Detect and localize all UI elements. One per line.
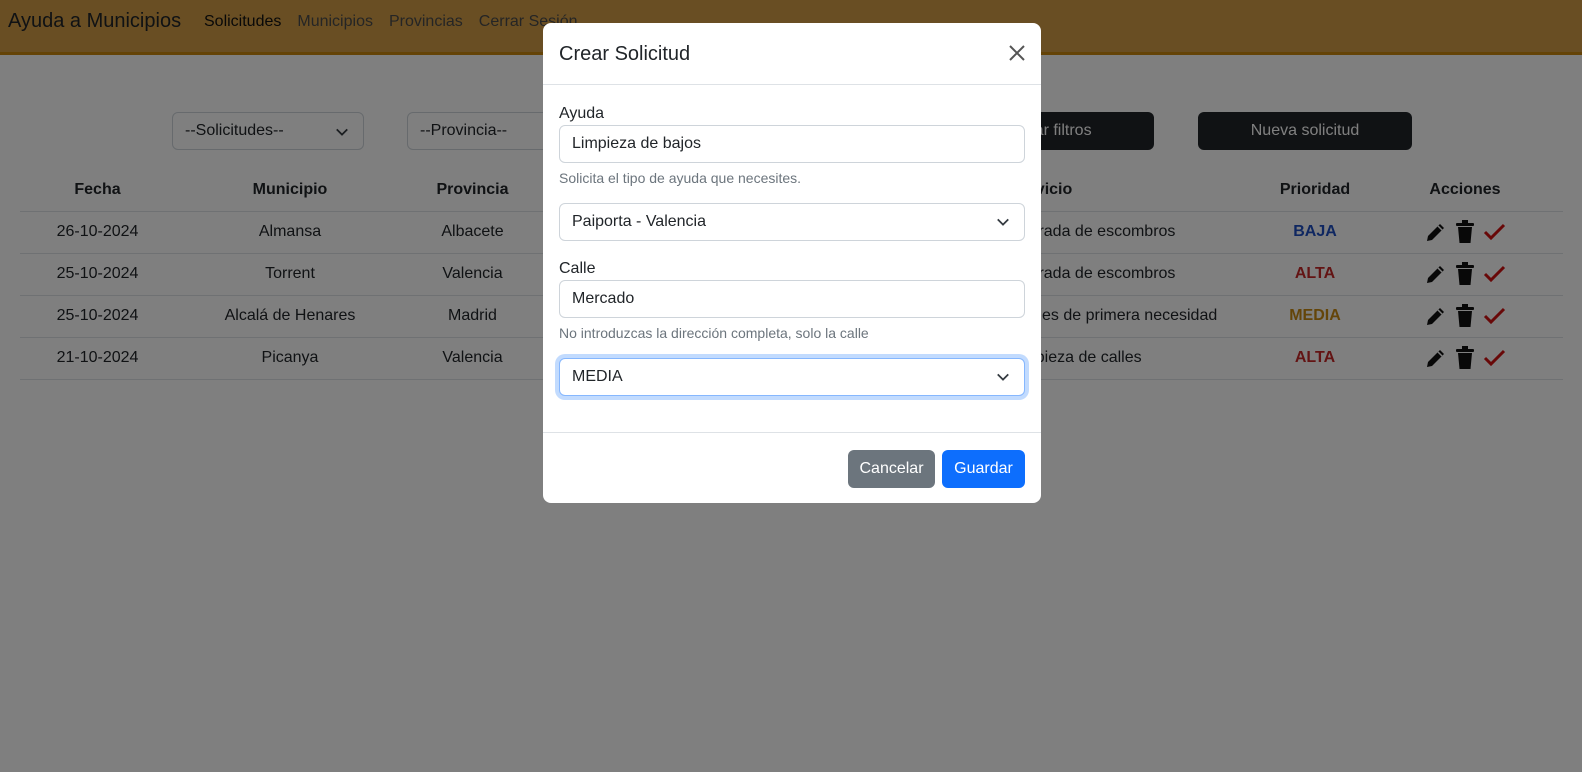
prioridad-select[interactable]: MEDIA (559, 358, 1025, 396)
calle-input[interactable]: Mercado (559, 280, 1025, 318)
ayuda-label: Ayuda (559, 105, 605, 122)
municipio-select[interactable]: Paiporta - Valencia (559, 203, 1025, 241)
calle-help-text: No introduzcas la dirección completa, so… (559, 325, 869, 341)
save-button[interactable]: Guardar (942, 450, 1025, 488)
municipio-select-value: Paiporta - Valencia (572, 213, 706, 230)
modal-footer: Cancelar Guardar (543, 432, 1041, 503)
modal-title: Crear Solicitud (559, 43, 691, 65)
ayuda-input[interactable]: Limpieza de bajos (559, 125, 1025, 163)
chevron-down-icon (997, 218, 1009, 226)
ayuda-help-text: Solicita el tipo de ayuda que necesites. (559, 170, 802, 186)
cancel-button[interactable]: Cancelar (848, 450, 935, 488)
close-icon[interactable] (1007, 43, 1027, 63)
chevron-down-icon (997, 373, 1009, 381)
calle-label: Calle (559, 260, 596, 277)
prioridad-select-value: MEDIA (572, 368, 623, 385)
modal-header: Crear Solicitud (543, 23, 1041, 85)
create-request-modal: Crear Solicitud Ayuda Limpieza de bajos … (543, 23, 1041, 503)
